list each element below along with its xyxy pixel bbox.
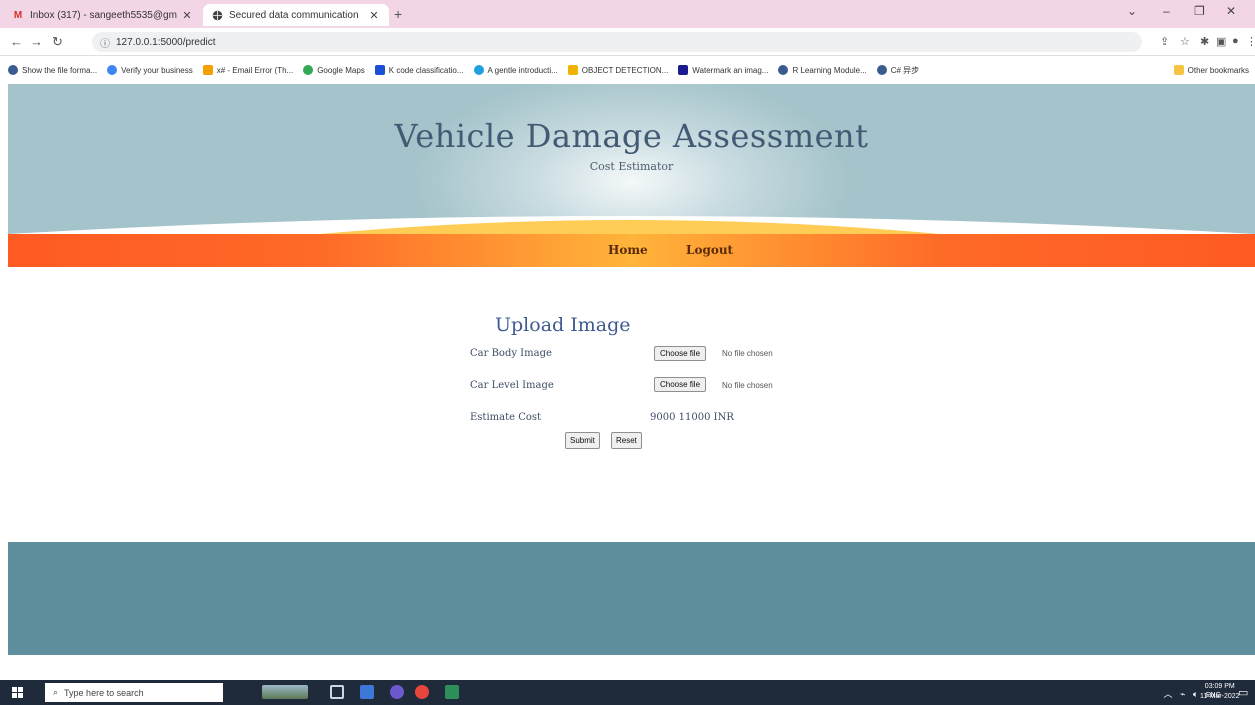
speaker-icon[interactable]: 🔈︎ <box>1193 689 1198 699</box>
globe-icon <box>211 9 223 21</box>
bookmark-item[interactable]: x# - Email Error (Th... <box>202 65 293 75</box>
reload-icon[interactable]: ↻ <box>52 34 63 50</box>
address-bar[interactable]: ⓘ 127.0.0.1:5000/predict <box>92 32 1142 52</box>
bookmark-item[interactable]: Google Maps <box>303 65 365 75</box>
minimize-icon[interactable]: – <box>1163 4 1170 18</box>
car-level-file-status: No file chosen <box>722 381 773 390</box>
bookmark-item[interactable]: Watermark an imag... <box>678 65 768 75</box>
site-title: Vehicle Damage Assessment <box>394 117 869 155</box>
car-body-file-button[interactable]: Choose file <box>654 346 707 361</box>
forward-icon[interactable]: → <box>30 34 43 49</box>
chevron-up-icon[interactable]: ︿ <box>1163 689 1172 699</box>
nav-home-link[interactable]: Home <box>608 243 648 257</box>
app-icon[interactable] <box>360 685 374 699</box>
bookmark-item[interactable]: K code classificatio... <box>374 65 464 75</box>
tab-secured-data[interactable]: Secured data communication ✕ <box>203 4 389 26</box>
bookmark-icon <box>778 65 789 75</box>
sidepanel-icon[interactable]: ▣ <box>1216 35 1226 48</box>
chrome-icon[interactable] <box>415 685 429 699</box>
bookmark-item[interactable]: Show the file forma... <box>8 65 97 75</box>
back-icon[interactable]: ← <box>10 34 23 49</box>
bookmark-icon <box>473 65 484 75</box>
close-icon[interactable]: ✕ <box>367 9 381 22</box>
tab-search-chevron-icon[interactable]: ⌄ <box>1127 4 1137 18</box>
bookmark-star-icon[interactable]: ☆ <box>1180 35 1190 48</box>
bookmark-item[interactable]: Verify your business <box>107 65 193 75</box>
maps-pin-icon <box>303 65 314 75</box>
windows-taskbar: ⌕ Type here to search ︿ ⌁ 🔈︎ ENG 03:09 P… <box>0 680 1255 705</box>
other-bookmarks[interactable]: Other bookmarks <box>1173 65 1249 75</box>
tab-title: Inbox (317) - sangeeth5535@gm <box>30 9 177 21</box>
reset-button[interactable]: Reset <box>611 432 642 449</box>
tab-inbox[interactable]: M Inbox (317) - sangeeth5535@gm ✕ <box>4 4 202 26</box>
search-icon: ⌕ <box>53 687 59 697</box>
bookmark-icon <box>876 65 887 75</box>
submit-button[interactable]: Submit <box>565 432 600 449</box>
site-footer <box>8 542 1255 655</box>
app-icon[interactable] <box>390 685 404 699</box>
bookmarks-bar: Show the file forma... Verify your busin… <box>0 56 1255 84</box>
windows-start-icon[interactable] <box>12 687 23 698</box>
bookmark-icon <box>567 65 578 75</box>
extensions-icon[interactable]: ✱ <box>1200 35 1209 48</box>
task-view-icon[interactable] <box>330 685 344 699</box>
bookmark-icon <box>678 65 689 75</box>
bookmark-item[interactable]: R Learning Module... <box>778 65 867 75</box>
notifications-icon[interactable]: ▭ <box>1238 686 1248 699</box>
bookmark-icon <box>8 65 18 75</box>
restore-icon[interactable]: ❐ <box>1194 4 1205 18</box>
close-window-icon[interactable]: ✕ <box>1226 4 1236 18</box>
share-icon[interactable]: ⇪ <box>1160 35 1169 48</box>
folder-icon <box>1173 65 1184 75</box>
browser-toolbar: ← → ↻ ⓘ 127.0.0.1:5000/predict ⇪ ☆ ✱ ▣ ●… <box>0 28 1255 56</box>
bookmark-item[interactable]: A gentle introducti... <box>473 65 558 75</box>
profile-avatar-icon[interactable]: ● <box>1232 35 1239 47</box>
car-level-file-button[interactable]: Choose file <box>654 377 707 392</box>
form-heading: Upload Image <box>495 314 631 336</box>
header-curve-divider <box>8 216 1255 234</box>
car-body-image-label: Car Body Image <box>470 348 552 359</box>
menu-icon[interactable]: ⋮ <box>1246 35 1255 48</box>
close-icon[interactable]: ✕ <box>180 9 194 22</box>
bookmark-item[interactable]: OBJECT DETECTION... <box>567 65 668 75</box>
estimate-cost-label: Estimate Cost <box>470 412 542 423</box>
network-icon[interactable]: ⌁ <box>1180 689 1185 699</box>
nav-logout-link[interactable]: Logout <box>686 243 733 257</box>
estimate-cost-value: 9000 11000 INR <box>650 412 734 423</box>
site-info-icon[interactable]: ⓘ <box>100 35 110 50</box>
browser-tab-strip: M Inbox (317) - sangeeth5535@gm ✕ Secure… <box>0 0 1255 28</box>
bookmark-icon <box>202 65 213 75</box>
bookmark-icon <box>107 65 118 75</box>
car-body-file-status: No file chosen <box>722 349 773 358</box>
taskbar-clock[interactable]: 03:09 PM 11-Mar-2022 <box>1200 682 1240 702</box>
gmail-icon: M <box>13 9 23 21</box>
url-text: 127.0.0.1:5000/predict <box>116 36 216 48</box>
weather-widget-icon[interactable] <box>262 685 308 699</box>
bookmark-icon <box>374 65 385 75</box>
app-icon[interactable] <box>445 685 459 699</box>
taskbar-search-input[interactable]: ⌕ Type here to search <box>45 683 223 702</box>
bookmark-item[interactable]: C# 异步 <box>876 65 919 76</box>
tab-title: Secured data communication <box>229 9 359 21</box>
car-level-image-label: Car Level Image <box>470 380 554 391</box>
new-tab-button[interactable]: + <box>394 6 402 22</box>
site-subtitle: Cost Estimator <box>589 160 674 173</box>
